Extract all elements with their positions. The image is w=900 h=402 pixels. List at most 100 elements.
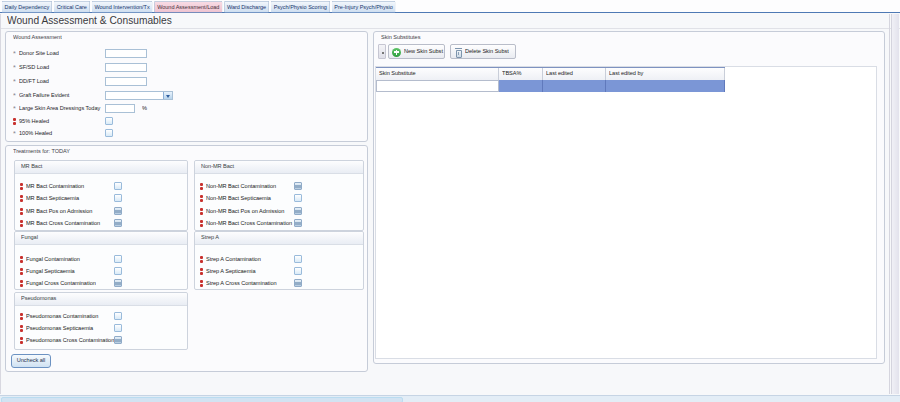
trash-icon	[455, 48, 462, 57]
uncheck-all-button[interactable]: Uncheck all	[11, 354, 51, 368]
strep-a-title: Strep A	[201, 234, 219, 240]
title-divider	[0, 28, 900, 29]
tab-ward-discharge[interactable]: Ward Discharge	[224, 1, 269, 13]
fungal-contamination-checkbox[interactable]	[114, 255, 122, 263]
horizontal-scrollbar-thumb[interactable]	[1, 397, 403, 402]
required-marker: *	[13, 77, 16, 85]
mr-bact-contamination-checkbox[interactable]	[114, 182, 122, 190]
field-ddft-load: * DD/FT Load	[6, 77, 367, 87]
skin-substitutes-group: Skin Substitutes New Skin Subst Delete S…	[373, 31, 885, 364]
delete-skin-subst-button[interactable]: Delete Skin Subst	[450, 44, 516, 59]
cell-skin-substitute[interactable]	[376, 80, 499, 92]
required-marker-red	[20, 256, 23, 263]
required-marker: *	[13, 63, 16, 71]
large-skin-dressings-input[interactable]	[105, 104, 135, 113]
page-title: Wound Assessment & Consumables	[7, 15, 172, 27]
100-healed-checkbox[interactable]	[105, 129, 113, 137]
new-skin-subst-button[interactable]: New Skin Subst	[388, 44, 445, 59]
col-last-edited-by[interactable]: Last edited by	[606, 68, 725, 80]
field-95-healed: 95% Healed	[6, 117, 367, 127]
required-marker-red	[20, 195, 23, 202]
required-marker-red	[200, 256, 203, 263]
sfsd-load-input[interactable]	[105, 63, 147, 72]
wound-assessment-page: Daily DependencyCritical CareWound Inter…	[0, 0, 900, 402]
content-left-edge	[0, 14, 1, 394]
cell-tbsa[interactable]	[499, 80, 543, 92]
tab-critical-care[interactable]: Critical Care	[54, 1, 90, 13]
required-marker: *	[13, 91, 16, 99]
non-mr-bact-cross-contamination-checkbox[interactable]	[294, 219, 302, 227]
table-header: Skin Substitute TBSA% Last edited Last e…	[376, 67, 725, 81]
tab-wound-intervention[interactable]: Wound Intervention/Tx	[91, 1, 152, 13]
mr-bact-cross-contamination-checkbox[interactable]	[114, 219, 122, 227]
fungal-group: Fungal Fungal Contamination Fungal Septi…	[14, 231, 188, 290]
donor-site-load-input[interactable]	[105, 49, 147, 58]
field-sfsd-load: * SF/SD Load	[6, 63, 367, 73]
required-marker-red	[20, 280, 23, 287]
non-mr-bact-septicaemia-checkbox[interactable]	[294, 194, 302, 202]
required-marker-red	[13, 118, 16, 125]
required-marker-red	[200, 220, 203, 227]
pseudomonas-title: Pseudomonas	[21, 295, 56, 301]
non-mr-bact-pos-admission-checkbox[interactable]	[294, 207, 302, 215]
col-tbsa[interactable]: TBSA%	[499, 68, 543, 80]
skin-substitutes-table: Skin Substitute TBSA% Last edited Last e…	[375, 66, 877, 359]
toolbar-grip[interactable]	[378, 44, 386, 59]
strep-a-cross-contamination-checkbox[interactable]	[294, 279, 302, 287]
table-row[interactable]	[376, 80, 725, 92]
required-marker-red	[200, 208, 203, 215]
required-marker-red	[200, 268, 203, 275]
pseudomonas-cross-contamination-checkbox[interactable]	[114, 336, 122, 344]
wound-assessment-group-title: Wound Assessment	[13, 34, 62, 40]
95-healed-checkbox[interactable]	[105, 117, 113, 125]
field-100-healed: * 100% Healed	[6, 129, 367, 139]
strep-a-group: Strep A Strep A Contamination Strep A Se…	[194, 231, 364, 290]
required-marker-red	[20, 337, 23, 344]
tab-pre-injury-psych-physio[interactable]: Pre-Injury Psych/Physio	[331, 1, 395, 13]
cell-last-edited[interactable]	[543, 80, 606, 92]
skin-substitutes-group-title: Skin Substitutes	[381, 34, 420, 40]
cell-last-edited-by[interactable]	[606, 80, 725, 92]
strep-a-septicaemia-checkbox[interactable]	[294, 267, 302, 275]
required-marker: *	[13, 49, 16, 57]
mr-bact-pos-admission-checkbox[interactable]	[114, 207, 122, 215]
pseudomonas-septicaemia-checkbox[interactable]	[114, 324, 122, 332]
required-marker-red	[20, 183, 23, 190]
graft-failure-combo[interactable]	[105, 91, 173, 100]
treatments-group: Treatments for: TODAY MR Bact MR Bact Co…	[5, 145, 368, 372]
field-graft-failure: * Graft Failure Evident	[6, 91, 367, 101]
add-icon	[392, 48, 401, 57]
fungal-septicaemia-checkbox[interactable]	[114, 267, 122, 275]
mr-bact-title: MR Bact	[21, 163, 42, 169]
content-right-edge	[889, 14, 890, 394]
ddft-load-input[interactable]	[105, 77, 147, 86]
tab-bar: Daily DependencyCritical CareWound Inter…	[0, 0, 900, 13]
treatments-group-title: Treatments for: TODAY	[13, 148, 70, 154]
fungal-cross-contamination-checkbox[interactable]	[114, 279, 122, 287]
horizontal-scrollbar[interactable]	[0, 395, 900, 402]
tab-daily-dependency[interactable]: Daily Dependency	[2, 1, 53, 13]
field-large-skin-dressings: * Large Skin Area Dressings Today %	[6, 104, 367, 114]
required-marker-red	[200, 280, 203, 287]
col-last-edited[interactable]: Last edited	[543, 68, 606, 80]
tab-wound-assessment-load[interactable]: Wound Assessment/Load	[154, 1, 222, 13]
field-donor-site-load: * Donor Site Load	[6, 49, 367, 59]
required-marker: *	[13, 104, 16, 112]
required-marker-red	[20, 268, 23, 275]
col-skin-substitute[interactable]: Skin Substitute	[376, 68, 499, 80]
fungal-title: Fungal	[21, 234, 38, 240]
pseudomonas-contamination-checkbox[interactable]	[114, 312, 122, 320]
required-marker-red	[20, 220, 23, 227]
vertical-scrollbar[interactable]	[891, 14, 899, 394]
required-marker: *	[13, 129, 16, 137]
required-marker-red	[20, 325, 23, 332]
non-mr-bact-contamination-checkbox[interactable]	[294, 182, 302, 190]
required-marker-red	[20, 313, 23, 320]
tab-psych-physio-scoring[interactable]: Psych/Physio Scoring	[271, 1, 330, 13]
non-mr-bact-title: Non-MR Bact	[201, 163, 234, 169]
wound-assessment-group: Wound Assessment * Donor Site Load * SF/…	[5, 31, 368, 142]
combo-dropdown-icon[interactable]	[163, 92, 172, 99]
mr-bact-septicaemia-checkbox[interactable]	[114, 194, 122, 202]
strep-a-contamination-checkbox[interactable]	[294, 255, 302, 263]
percent-suffix: %	[142, 105, 147, 111]
